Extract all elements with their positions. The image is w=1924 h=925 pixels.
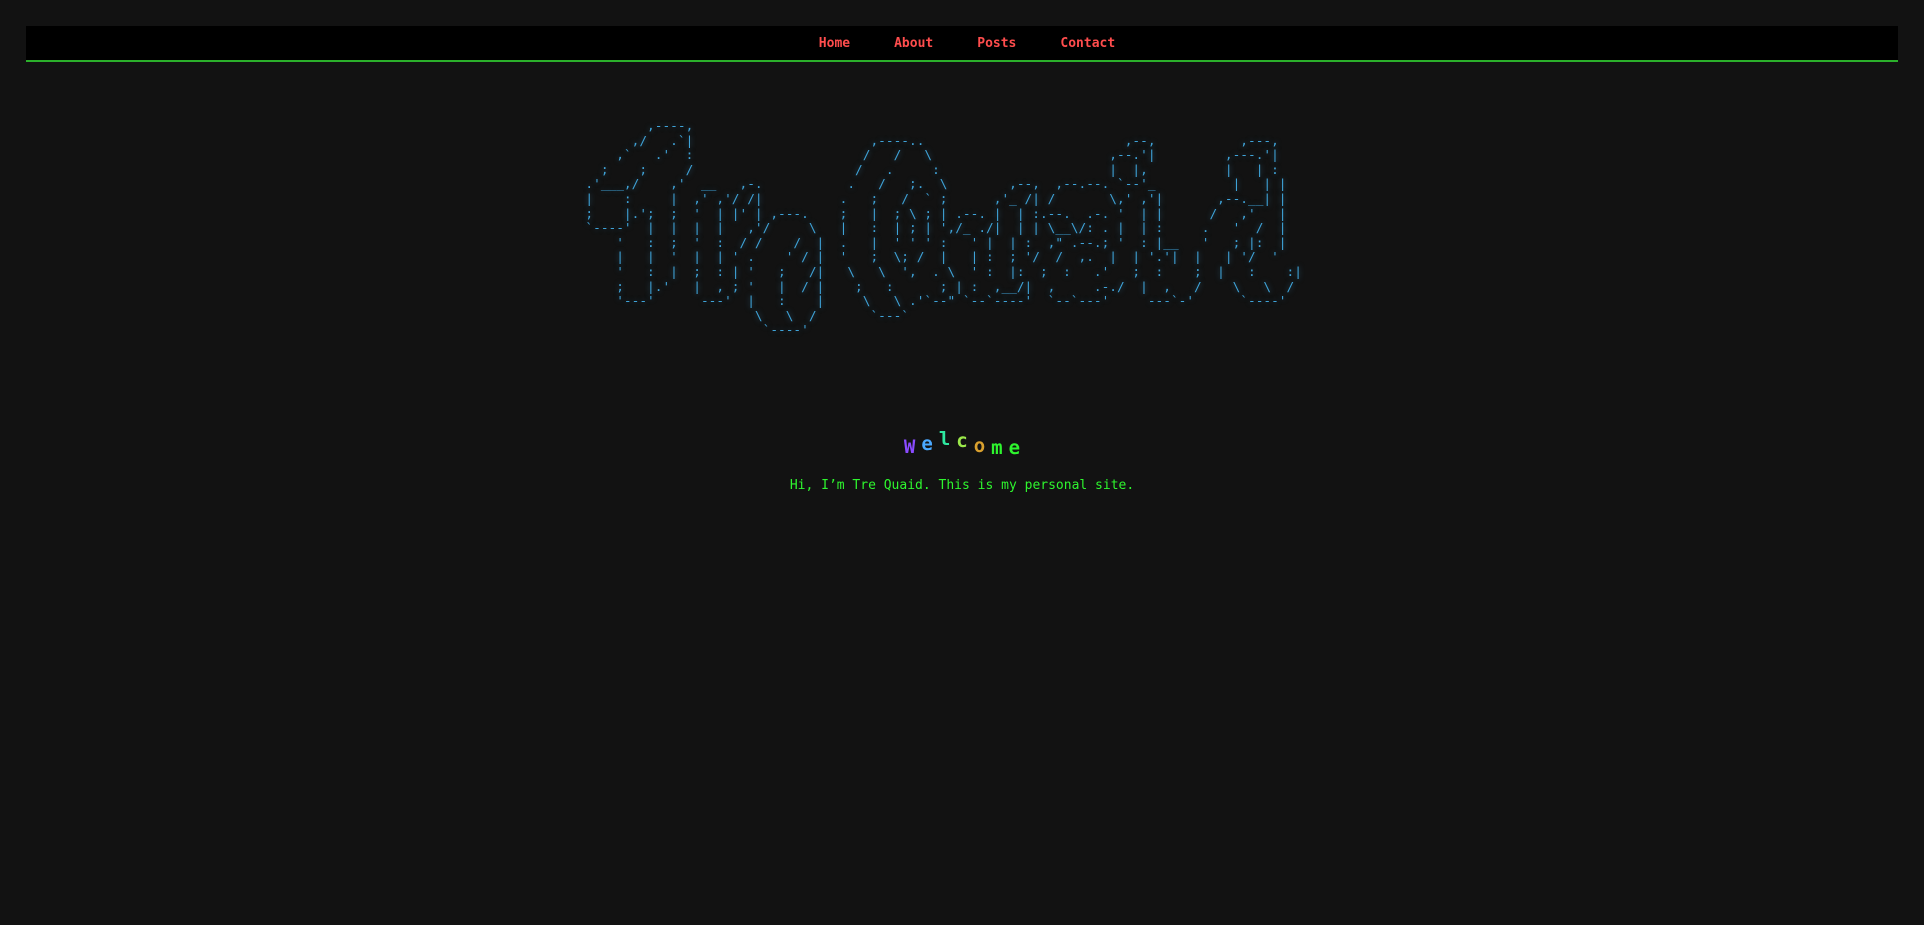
welcome-letter: c — [956, 430, 968, 452]
nav-link-home[interactable]: Home — [797, 36, 872, 51]
nav-links: Home About Posts Contact — [797, 36, 1137, 51]
nav-link-about[interactable]: About — [872, 36, 955, 51]
welcome-letter: m — [991, 437, 1003, 459]
top-navbar: Home About Posts Contact — [26, 26, 1898, 62]
welcome-letter: l — [938, 428, 951, 450]
welcome-letter: o — [973, 435, 986, 457]
ascii-logo-text: ,----, ,/ .`| ,----.. ,--, ,---, ,` .' :… — [585, 119, 1302, 339]
welcome-letter: e — [1008, 437, 1021, 459]
page: Home About Posts Contact ,----, ,/ .`| ,… — [0, 0, 1924, 925]
welcome-letter: W — [903, 436, 916, 458]
nav-link-contact[interactable]: Contact — [1038, 36, 1137, 51]
ascii-logo: ,----, ,/ .`| ,----.. ,--, ,---, ,` .' :… — [570, 119, 1350, 380]
welcome-heading: Welcome — [0, 428, 1924, 466]
nav-link-posts[interactable]: Posts — [955, 36, 1038, 51]
welcome-letter: e — [921, 433, 933, 455]
intro-text: Hi, I’m Tre Quaid. This is my personal s… — [789, 478, 1135, 493]
